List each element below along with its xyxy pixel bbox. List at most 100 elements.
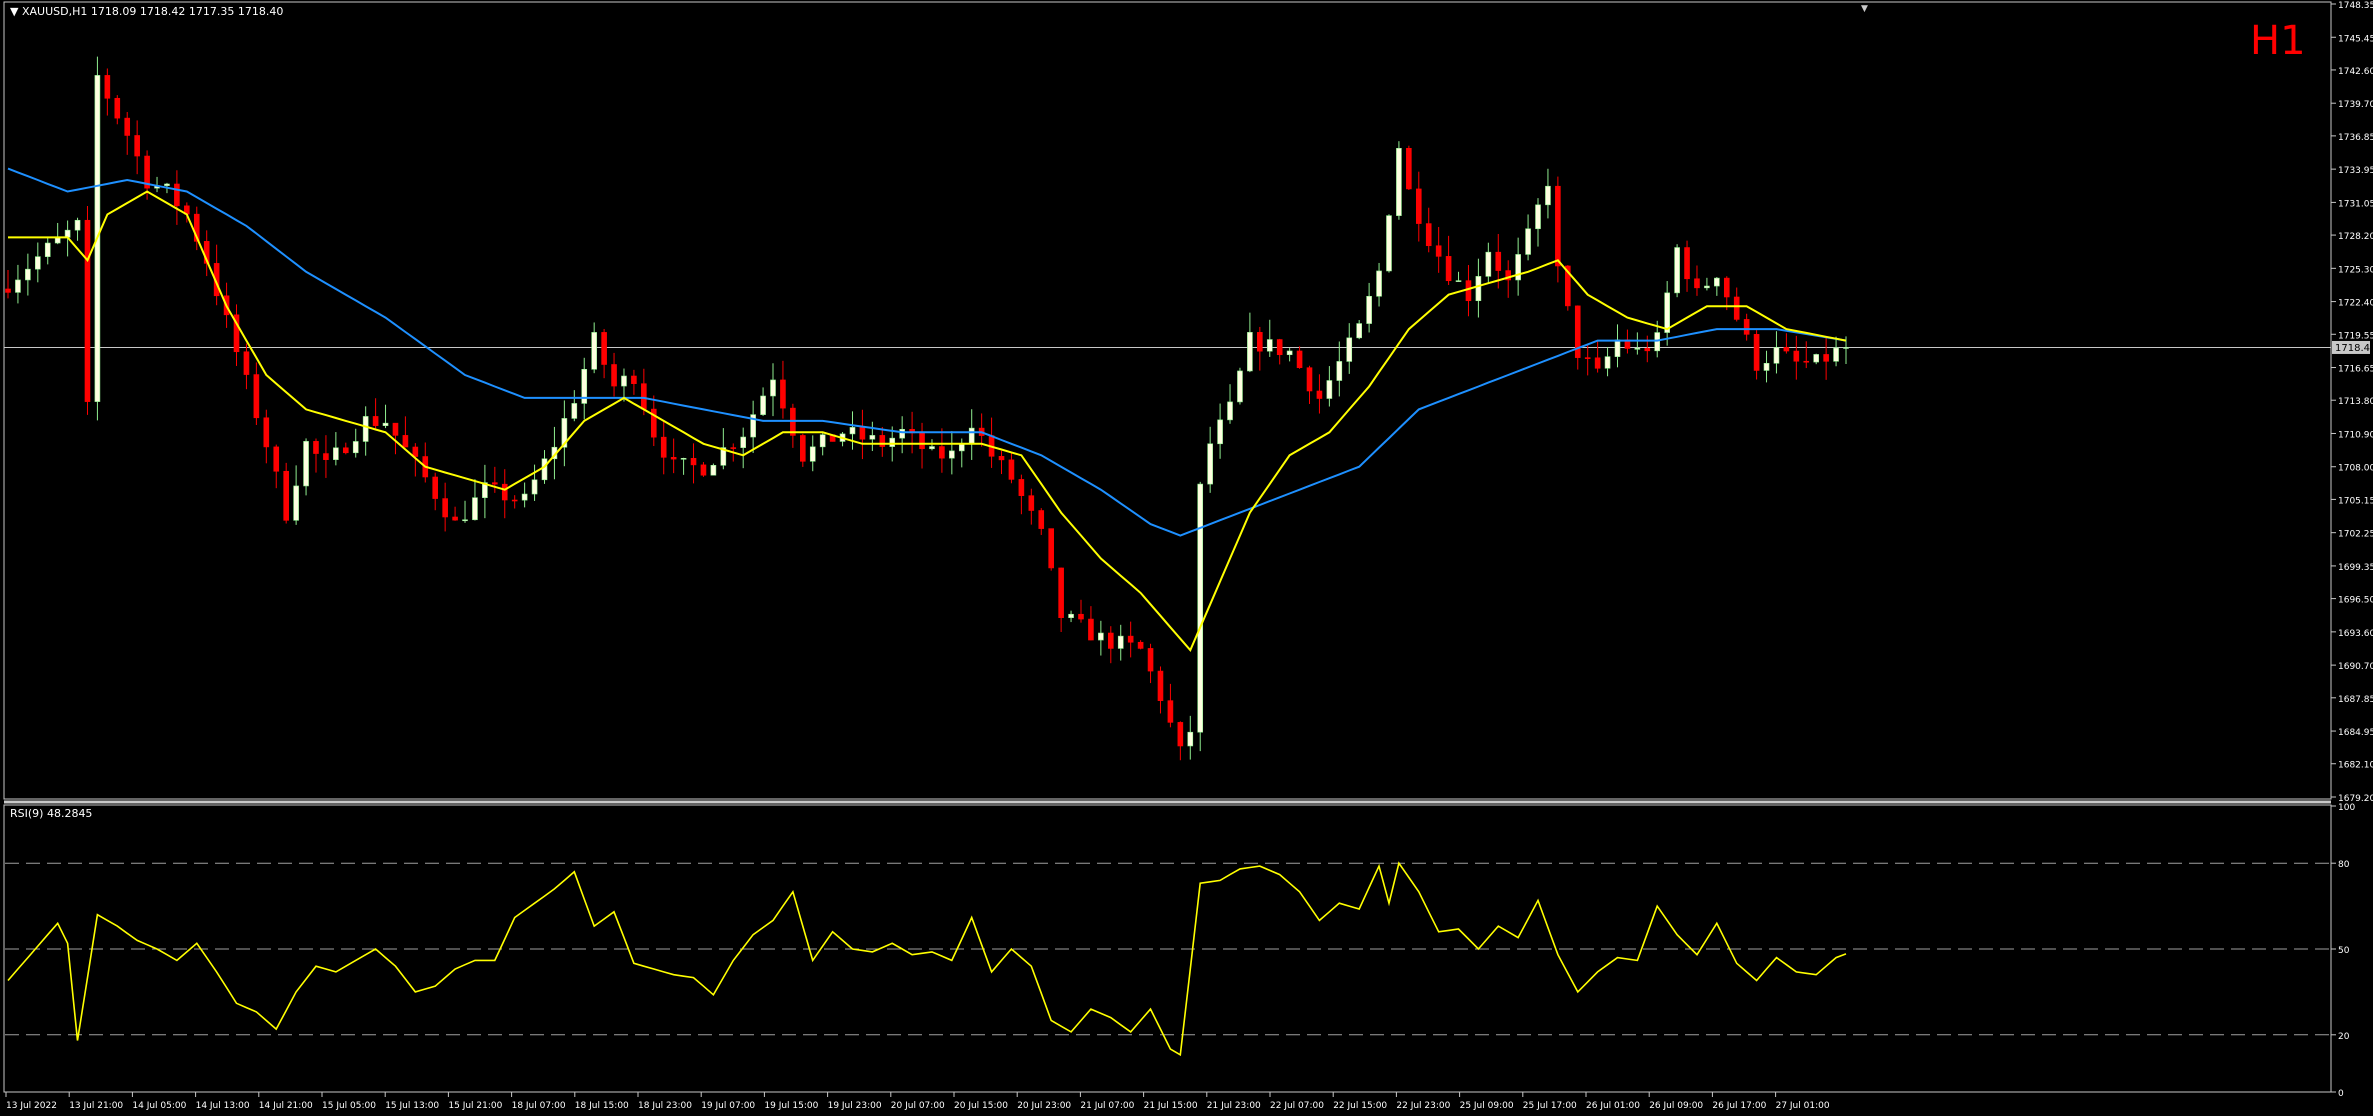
candle-body	[442, 498, 448, 518]
candle-body	[1207, 443, 1213, 485]
candle-body	[303, 441, 309, 487]
candle-body	[1455, 280, 1462, 282]
candle-body	[730, 447, 737, 449]
candle-body	[372, 416, 379, 426]
candle-body	[1247, 332, 1253, 372]
time-tick-label: 25 Jul 09:00	[1460, 1101, 1514, 1111]
rsi-tick-label: 20	[2338, 1032, 2350, 1042]
candle-body	[392, 422, 399, 436]
candle-body	[889, 437, 896, 447]
candle[interactable]	[1396, 141, 1402, 220]
candle-body	[1545, 185, 1551, 206]
candle-body	[5, 288, 11, 293]
candle-body	[432, 476, 439, 499]
price-tick-label: 1742.60	[2338, 67, 2373, 77]
candle-body	[1406, 148, 1412, 190]
candle-body	[809, 446, 816, 462]
candle-body	[591, 332, 597, 370]
candle-body	[660, 436, 667, 458]
candle-body	[1167, 700, 1174, 723]
candle-body	[1157, 670, 1164, 701]
candle-body	[35, 256, 41, 270]
candle-body	[1396, 148, 1402, 216]
candle-body	[1078, 613, 1084, 620]
candle-body	[710, 465, 717, 476]
candle[interactable]	[1237, 367, 1243, 405]
candle-body	[690, 458, 697, 466]
candle-body	[1614, 339, 1621, 357]
candle-body	[1753, 334, 1760, 371]
candle[interactable]	[1048, 528, 1054, 571]
candle-body	[1326, 380, 1333, 399]
candle-body	[1425, 223, 1432, 247]
candle-body	[501, 483, 508, 501]
candle-body	[382, 422, 389, 426]
candle-body	[1525, 228, 1531, 255]
candle-body	[631, 375, 637, 384]
time-tick-label: 20 Jul 15:00	[954, 1101, 1008, 1111]
time-tick-label: 14 Jul 13:00	[196, 1101, 250, 1111]
candle[interactable]	[1674, 244, 1680, 298]
candle-body	[1604, 356, 1611, 369]
candle-body	[800, 435, 806, 462]
candle-body	[859, 427, 866, 440]
time-tick-label: 22 Jul 23:00	[1396, 1101, 1450, 1111]
price-tick-label: 1690.70	[2338, 662, 2373, 672]
candle-body	[362, 416, 369, 442]
candle-body	[740, 436, 747, 448]
candle-body	[333, 447, 339, 460]
candle-body	[273, 446, 280, 472]
candle-body	[1018, 479, 1025, 496]
candle[interactable]	[1386, 214, 1392, 273]
candle-body	[1038, 510, 1045, 529]
candle-body	[124, 117, 131, 136]
candle-body	[1823, 354, 1829, 362]
candle-body	[1495, 251, 1502, 271]
price-tick-label: 1736.85	[2338, 133, 2373, 143]
candle-body	[174, 183, 180, 207]
chart-info-triangle[interactable]: ▼	[10, 5, 19, 18]
price-tick-label: 1699.35	[2338, 563, 2373, 573]
candle[interactable]	[1406, 145, 1412, 191]
candle-body	[1098, 632, 1104, 641]
candle-body	[1803, 360, 1810, 363]
time-tick-label: 13 Jul 2022	[6, 1101, 57, 1111]
candle-body	[134, 135, 140, 157]
time-tick-label: 20 Jul 23:00	[1017, 1101, 1071, 1111]
time-tick-label: 18 Jul 15:00	[575, 1101, 629, 1111]
candle[interactable]	[84, 206, 91, 415]
candle-body	[601, 332, 607, 365]
time-tick-label: 22 Jul 15:00	[1333, 1101, 1387, 1111]
candle-body	[15, 279, 21, 293]
candle-body	[263, 417, 270, 448]
candle-body	[968, 427, 975, 444]
candle-body	[670, 457, 677, 460]
symbol-info: XAUUSD,H1 1718.09 1718.42 1717.35 1718.4…	[22, 5, 283, 18]
time-tick-label: 27 Jul 01:00	[1776, 1101, 1830, 1111]
time-tick-label: 19 Jul 23:00	[828, 1101, 882, 1111]
time-tick-label: 14 Jul 21:00	[259, 1101, 313, 1111]
trading-chart[interactable]: 1748.35 1745.45 1742.60 1739.70 1736.85 1733.…	[0, 0, 2373, 1116]
candle-body	[74, 219, 81, 231]
rsi-label: RSI(9) 48.2845	[10, 807, 92, 820]
time-tick-label: 26 Jul 17:00	[1712, 1101, 1766, 1111]
candle-body	[114, 97, 121, 119]
price-tick-label: 1731.05	[2338, 199, 2373, 209]
candle-body	[1445, 256, 1452, 282]
candle-body	[1068, 613, 1074, 618]
candle-body	[1376, 270, 1382, 297]
price-tick-label: 1705.15	[2338, 496, 2373, 506]
candle-body	[949, 450, 955, 459]
candle-body	[879, 435, 886, 447]
candle[interactable]	[283, 462, 289, 524]
candle-body	[1306, 367, 1313, 392]
candle-body	[541, 458, 548, 481]
candle[interactable]	[710, 463, 717, 476]
candle-body	[700, 464, 707, 476]
candle-body	[1843, 347, 1849, 349]
time-tick-label: 18 Jul 23:00	[638, 1101, 692, 1111]
timeframe-label: H1	[2250, 18, 2306, 64]
chart-shift-marker[interactable]: ▼	[1861, 4, 1868, 14]
candle-body	[1763, 362, 1770, 371]
candle[interactable]	[1197, 481, 1204, 752]
